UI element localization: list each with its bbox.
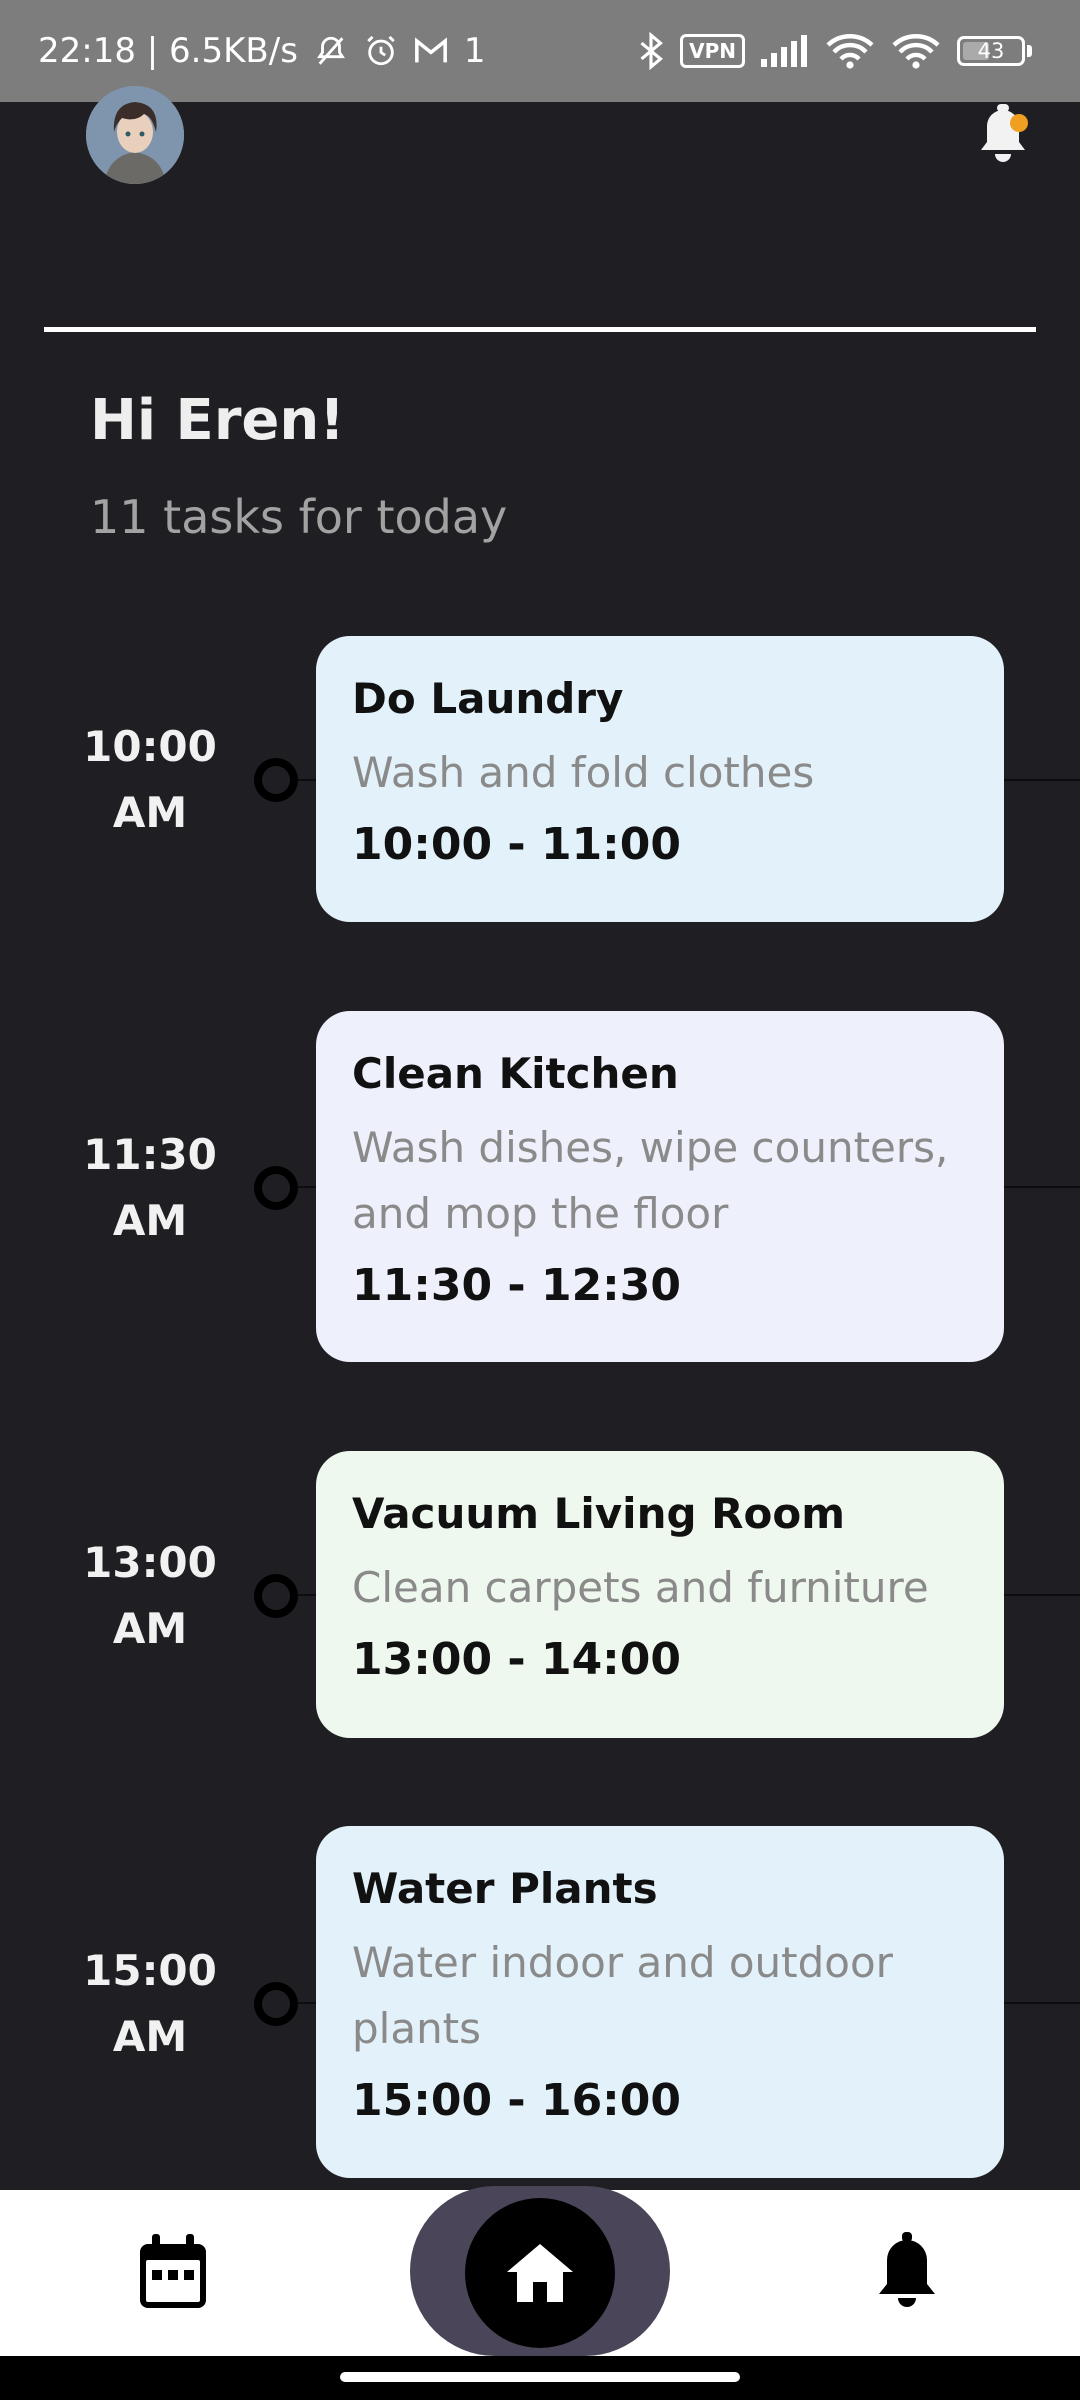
battery-indicator: 43 (957, 36, 1032, 66)
status-time-speed: 22:18 | 6.5KB/s (38, 31, 298, 71)
task-time: 15:00 AM (60, 1938, 240, 2070)
gmail-icon (414, 36, 448, 66)
task-card-vacuum-living-room[interactable]: Vacuum Living Room Clean carpets and fur… (316, 1451, 1004, 1738)
wifi-secondary-icon (891, 33, 941, 69)
task-time: 10:00 AM (60, 714, 240, 846)
task-time-period: AM (112, 2012, 188, 2061)
signal-icon (761, 35, 809, 67)
task-time-period: AM (112, 1604, 188, 1653)
bluetooth-icon (638, 32, 664, 70)
task-time-hour: 13:00 (83, 1538, 217, 1587)
header-divider (44, 327, 1036, 332)
task-time-hour: 11:30 (83, 1130, 217, 1179)
task-title: Vacuum Living Room (352, 1489, 845, 1538)
task-time: 11:30 AM (60, 1122, 240, 1254)
calendar-icon[interactable] (138, 2234, 208, 2310)
task-card-clean-kitchen[interactable]: Clean Kitchen Wash dishes, wipe counters… (316, 1011, 1004, 1362)
nav-bell-icon[interactable] (876, 2232, 938, 2312)
home-button[interactable] (465, 2198, 615, 2348)
task-time-hour: 10:00 (83, 722, 217, 771)
task-time-period: AM (112, 1196, 188, 1245)
status-bar: 22:18 | 6.5KB/s 1 VPN 43 (0, 0, 1080, 102)
home-icon (507, 2244, 573, 2302)
vpn-badge: VPN (680, 34, 745, 68)
task-card-do-laundry[interactable]: Do Laundry Wash and fold clothes 10:00 -… (316, 636, 1004, 922)
notification-bell-icon[interactable] (975, 104, 1031, 168)
timeline-node (254, 1982, 298, 2026)
task-time-range: 15:00 - 16:00 (352, 2075, 682, 2126)
task-card-water-plants[interactable]: Water Plants Water indoor and outdoor pl… (316, 1826, 1004, 2178)
task-description: Wash and fold clothes (352, 748, 815, 797)
greeting-title: Hi Eren! (90, 388, 345, 453)
alarm-icon (364, 34, 398, 68)
task-time-range: 11:30 - 12:30 (352, 1260, 682, 1311)
wifi-icon (825, 33, 875, 69)
task-time-range: 10:00 - 11:00 (352, 819, 682, 870)
task-title: Do Laundry (352, 674, 624, 723)
task-count-subtitle: 11 tasks for today (90, 490, 508, 544)
timeline-node (254, 758, 298, 802)
timeline-node (254, 1166, 298, 1210)
task-description: Clean carpets and furniture (352, 1563, 929, 1612)
battery-level: 43 (977, 39, 1005, 63)
task-time-range: 13:00 - 14:00 (352, 1634, 682, 1685)
task-description: Wash dishes, wipe counters, and mop the … (352, 1123, 949, 1238)
task-title: Clean Kitchen (352, 1049, 679, 1098)
task-title: Water Plants (352, 1864, 658, 1913)
task-time: 13:00 AM (60, 1530, 240, 1662)
gesture-handle[interactable] (340, 2372, 740, 2382)
avatar[interactable] (86, 86, 184, 184)
task-time-hour: 15:00 (83, 1946, 217, 1995)
notification-dot (1010, 114, 1028, 132)
mute-notification-icon (314, 34, 348, 68)
timeline-node (254, 1574, 298, 1618)
task-time-period: AM (112, 788, 188, 837)
task-description: Water indoor and outdoor plants (352, 1938, 893, 2053)
status-extra: 1 (463, 31, 486, 71)
